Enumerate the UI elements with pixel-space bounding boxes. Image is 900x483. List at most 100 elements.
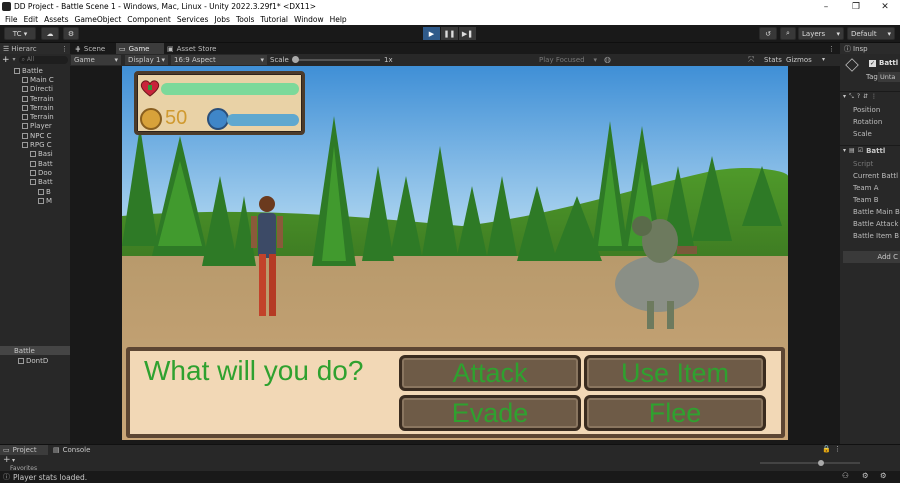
chevron-down-icon[interactable]: ▾	[12, 457, 15, 464]
tab-project[interactable]: ▭ Project	[0, 445, 48, 455]
hierarchy-row-selected[interactable]: Battle	[0, 346, 70, 356]
lock-icon[interactable]: 🔒	[822, 445, 831, 453]
hierarchy-row[interactable]: Terrain	[0, 103, 70, 112]
settings-gear-icon[interactable]: ⚙	[63, 27, 79, 40]
profiler-icon[interactable]: ⚙	[862, 471, 869, 480]
close-button[interactable]: ✕	[870, 0, 900, 13]
layout-label: Default	[851, 29, 877, 38]
hierarchy-row[interactable]: Doo	[0, 168, 70, 177]
resolution-icon[interactable]: ⤧	[748, 55, 754, 65]
game-viewport[interactable]: 50 What will you do? Attack Use Item Eva…	[70, 66, 840, 444]
scene-object-icon	[22, 142, 28, 149]
tab-game[interactable]: ▭ Game	[116, 43, 164, 54]
search-icon[interactable]: ⌕	[780, 27, 796, 40]
hierarchy-row[interactable]: RPG C	[0, 140, 70, 149]
game-view-toolbar: Game ▾ Display 1 ▾ 16:9 Aspect ▾ Scale 1x P…	[70, 54, 840, 66]
stats-button[interactable]: Stats	[764, 56, 782, 64]
maximize-button[interactable]: ❐	[841, 0, 871, 13]
flee-button[interactable]: Flee	[584, 395, 766, 431]
more-options-icon[interactable]: ⋮	[834, 445, 841, 453]
settings-gear-icon[interactable]: ⚙	[880, 471, 887, 480]
icon-size-slider[interactable]	[760, 460, 860, 466]
menu-jobs[interactable]: Jobs	[214, 15, 229, 24]
menu-edit[interactable]: Edit	[24, 15, 39, 24]
menu-tools[interactable]: Tools	[236, 15, 254, 24]
transform-icon: ⤡	[849, 92, 854, 100]
game-mode-dropdown[interactable]: Game ▾	[71, 55, 121, 65]
more-options-icon[interactable]: ⋮	[825, 43, 839, 54]
add-component-button[interactable]: Add C	[843, 251, 900, 263]
layers-dropdown[interactable]: Layers ▾	[798, 27, 844, 40]
step-button[interactable]: ▶❚	[459, 27, 476, 40]
console-icon: ▤	[53, 446, 60, 454]
script-component-header[interactable]: ▾ ▤ ☑ Battl	[840, 145, 900, 155]
gizmos-button[interactable]: Gizmos	[786, 56, 812, 64]
hierarchy-row-label: Battle	[14, 346, 35, 355]
menu-tutorial[interactable]: Tutorial	[260, 15, 288, 24]
hierarchy-row[interactable]: Batt	[0, 159, 70, 168]
display-dropdown[interactable]: Display 1 ▾	[125, 55, 168, 65]
gameobject-cube-icon	[845, 58, 859, 72]
add-icon[interactable]: +	[3, 455, 11, 465]
use-item-button[interactable]: Use Item	[584, 355, 766, 391]
hierarchy-row[interactable]: Player	[0, 122, 70, 131]
hierarchy-tab[interactable]: ☰ Hierarc ⋮	[0, 43, 70, 54]
hierarchy-row[interactable]: Basi	[0, 150, 70, 159]
icon-size-slider-handle[interactable]	[818, 460, 824, 466]
chevron-down-icon[interactable]: ▾	[13, 56, 16, 63]
play-focused-dropdown[interactable]: Play Focused ▾	[536, 55, 600, 65]
scene-icon: ⋕	[75, 44, 81, 53]
scene-object-icon	[22, 95, 28, 102]
add-icon[interactable]: +	[2, 55, 10, 65]
menu-component[interactable]: Component	[127, 15, 171, 24]
hierarchy-row[interactable]: Terrain	[0, 94, 70, 103]
aspect-dropdown[interactable]: 16:9 Aspect ▾	[171, 55, 267, 65]
play-button[interactable]: ▶	[423, 27, 440, 40]
hierarchy-row[interactable]: B	[0, 187, 70, 196]
hierarchy-row[interactable]: DontD	[0, 356, 70, 365]
attack-button[interactable]: Attack	[399, 355, 581, 391]
tab-scene[interactable]: ⋕ Scene	[72, 43, 116, 54]
chevron-down-icon[interactable]: ▾	[822, 56, 825, 63]
scale-slider-handle[interactable]	[292, 56, 299, 63]
layout-dropdown[interactable]: Default ▾	[847, 27, 895, 40]
cloud-icon[interactable]: ☁	[41, 27, 59, 40]
menu-file[interactable]: File	[5, 15, 18, 24]
play-focused-label: Play Focused	[539, 56, 585, 64]
inspector-tab[interactable]: ⓘ Insp	[840, 43, 900, 54]
scale-slider[interactable]	[292, 56, 380, 63]
menu-gameobject[interactable]: GameObject	[75, 15, 122, 24]
hierarchy-search-input[interactable]: ⌕ All	[18, 55, 68, 64]
hierarchy-row[interactable]: Batt	[0, 178, 70, 187]
hierarchy-row[interactable]: Main C	[0, 75, 70, 84]
scene-object-icon	[22, 114, 28, 121]
hierarchy-row[interactable]: Directi	[0, 85, 70, 94]
tag-dropdown[interactable]: Unta	[878, 72, 900, 82]
tab-console[interactable]: ▤ Console	[50, 445, 100, 455]
pause-button[interactable]: ❚❚	[441, 27, 458, 40]
history-icon[interactable]: ↺	[759, 27, 777, 40]
menu-assets[interactable]: Assets	[44, 15, 68, 24]
hierarchy-row[interactable]: Battle	[0, 66, 70, 75]
tab-asset-store[interactable]: ▣ Asset Store	[164, 43, 224, 54]
object-name-field[interactable]: Battl	[879, 59, 898, 67]
scene-object-icon	[18, 357, 24, 364]
transform-component-header[interactable]: ▾ ⤡? ⇵ ⋮	[840, 91, 900, 101]
mute-audio-icon[interactable]: ◍	[604, 55, 611, 64]
menu-help[interactable]: Help	[330, 15, 347, 24]
minimize-button[interactable]: –	[811, 0, 841, 13]
info-icon: ⓘ	[844, 44, 851, 53]
evade-button[interactable]: Evade	[399, 395, 581, 431]
active-checkbox[interactable]: ✓	[869, 60, 876, 67]
account-dropdown[interactable]: TC ▾	[4, 27, 36, 40]
add-component-label: Add C	[877, 253, 898, 261]
hierarchy-row[interactable]: Terrain	[0, 113, 70, 122]
debug-icon[interactable]: ⚇	[842, 471, 849, 480]
preset-icon: ⇵	[863, 93, 869, 100]
hierarchy-row[interactable]: M	[0, 196, 70, 205]
more-options-icon[interactable]: ⋮	[61, 45, 68, 53]
menu-services[interactable]: Services	[177, 15, 209, 24]
menu-window[interactable]: Window	[294, 15, 324, 24]
hierarchy-row[interactable]: NPC C	[0, 131, 70, 140]
hierarchy-row-label: Terrain	[30, 113, 54, 122]
